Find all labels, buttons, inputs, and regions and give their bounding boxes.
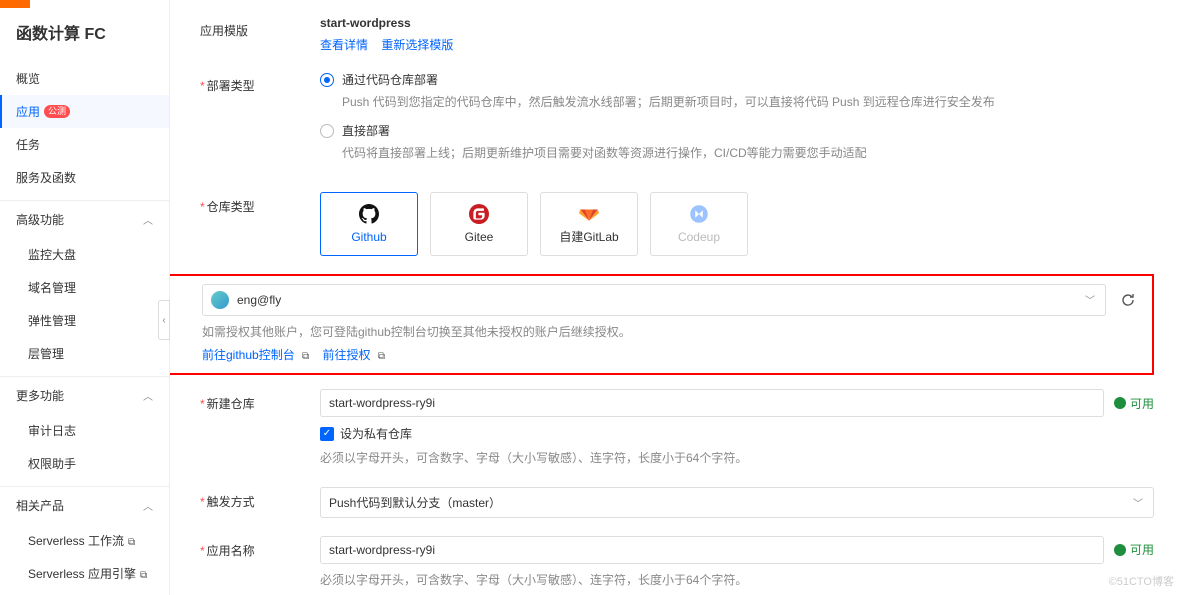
external-link-icon: ⧉ [128, 537, 135, 548]
sidebar-item-label: 域名管理 [28, 279, 76, 296]
hint-repo-user: 如需授权其他账户，您可登陆github控制台切换至其他未授权的账户后继续授权。 [202, 322, 1142, 342]
chevron-up-icon: ︿ [143, 212, 153, 227]
external-link-icon: ⧉ [140, 570, 147, 581]
chevron-up-icon: ︿ [143, 388, 153, 403]
status-ok-badge: 可用 [1114, 395, 1154, 412]
sidebar-item-label: Serverless 工作流 [28, 534, 124, 548]
radio-deploy-direct[interactable]: 直接部署 [320, 122, 1154, 139]
sidebar-item-label: 权限助手 [28, 455, 76, 472]
link-reselect-template[interactable]: 重新选择模版 [381, 38, 453, 52]
sidebar-item-perm[interactable]: 权限助手 [0, 447, 169, 480]
sidebar-item-service[interactable]: 服务及函数 [0, 161, 169, 194]
sidebar-item-label: 应用 [16, 103, 40, 120]
sidebar-item-domain[interactable]: 域名管理 [0, 271, 169, 304]
sidebar-section-advanced[interactable]: 高级功能 ︿ [0, 200, 169, 238]
label-repo-user: *仓库用户/组织 [170, 284, 202, 363]
link-github-console[interactable]: 前往github控制台 ⧉ [202, 348, 309, 362]
sidebar-item-app[interactable]: 应用 公测 [0, 95, 169, 128]
chevron-down-icon: ﹀ [1085, 292, 1095, 307]
label-app-name: *应用名称 [200, 536, 320, 559]
repo-card-gitee[interactable]: Gitee [430, 192, 528, 256]
refresh-button[interactable] [1114, 286, 1142, 314]
repo-card-label: Github [351, 230, 386, 244]
sidebar-item-overview[interactable]: 概览 [0, 62, 169, 95]
select-repo-user[interactable]: eng@fly ﹀ [202, 284, 1106, 316]
sidebar-section-more[interactable]: 更多功能 ︿ [0, 376, 169, 414]
radio-icon [320, 124, 334, 138]
codeup-icon [689, 204, 709, 224]
sidebar-item-audit[interactable]: 审计日志 [0, 414, 169, 447]
github-icon [359, 204, 379, 224]
gitee-icon [469, 204, 489, 224]
sidebar-item-monitor[interactable]: 监控大盘 [0, 238, 169, 271]
select-value: eng@fly [237, 293, 281, 307]
radio-label: 直接部署 [342, 122, 390, 139]
gitlab-icon [579, 202, 599, 222]
sidebar: 函数计算 FC 概览 应用 公测 任务 服务及函数 高级功能 ︿ 监控大盘 域名… [0, 0, 170, 595]
sidebar-item-task[interactable]: 任务 [0, 128, 169, 161]
select-trigger[interactable]: Push代码到默认分支（master） ﹀ [320, 487, 1154, 518]
sidebar-item-label: 弹性管理 [28, 312, 76, 329]
checkbox-icon: ✓ [320, 427, 334, 441]
highlight-box: *仓库用户/组织 eng@fly ﹀ 如需授权其他账户，您可登陆github控 [170, 274, 1154, 375]
sidebar-item-label: 审计日志 [28, 422, 76, 439]
chevron-down-icon: ﹀ [1133, 495, 1143, 510]
sidebar-item-label: Serverless 应用引擎 [28, 567, 136, 581]
sidebar-item-eventbridge[interactable]: 事件总线 EventBridge⧉ [0, 590, 169, 595]
beta-badge: 公测 [44, 105, 70, 118]
checkbox-private-repo[interactable]: ✓ 设为私有仓库 [320, 425, 1154, 442]
repo-card-label: Gitee [465, 230, 494, 244]
sidebar-item-label: 监控大盘 [28, 246, 76, 263]
input-app-name[interactable] [320, 536, 1104, 564]
repo-card-github[interactable]: Github [320, 192, 418, 256]
external-link-icon: ⧉ [378, 351, 385, 362]
external-link-icon: ⧉ [302, 351, 309, 362]
link-view-detail[interactable]: 查看详情 [320, 38, 368, 52]
sidebar-section-label: 高级功能 [16, 211, 64, 228]
radio-deploy-repo[interactable]: 通过代码仓库部署 [320, 71, 1154, 88]
main-form: 应用模版 start-wordpress 查看详情 重新选择模版 *部署类型 通… [170, 0, 1184, 595]
repo-card-label: Codeup [678, 230, 720, 244]
hint-deploy-repo: Push 代码到您指定的代码仓库中，然后触发流水线部署；后期更新项目时，可以直接… [342, 92, 1154, 112]
repo-card-label: 自建GitLab [559, 228, 618, 245]
label-trigger: *触发方式 [200, 487, 320, 510]
label-deploy-type: *部署类型 [200, 71, 320, 94]
chevron-up-icon: ︿ [143, 498, 153, 513]
label-repo-type: *仓库类型 [200, 192, 320, 215]
sidebar-item-elastic[interactable]: 弹性管理 [0, 304, 169, 337]
link-goto-auth[interactable]: 前往授权 ⧉ [323, 348, 386, 362]
sidebar-item-workflow[interactable]: Serverless 工作流 ⧉ [0, 524, 169, 557]
label-new-repo: *新建仓库 [200, 389, 320, 412]
status-ok-badge: 可用 [1114, 541, 1154, 558]
hint-deploy-direct: 代码将直接部署上线；后期更新维护项目需要对函数等资源进行操作，CI/CD等能力需… [342, 143, 1154, 163]
sidebar-item-label: 任务 [16, 136, 40, 153]
sidebar-item-label: 概览 [16, 70, 40, 87]
sidebar-item-label: 服务及函数 [16, 169, 76, 186]
sidebar-title: 函数计算 FC [0, 20, 169, 62]
watermark: ©51CTO博客 [1109, 573, 1174, 589]
checkbox-label: 设为私有仓库 [340, 425, 412, 442]
radio-label: 通过代码仓库部署 [342, 71, 438, 88]
label-template: 应用模版 [200, 16, 320, 39]
repo-card-gitlab[interactable]: 自建GitLab [540, 192, 638, 256]
sidebar-section-related[interactable]: 相关产品 ︿ [0, 486, 169, 524]
sidebar-collapse-toggle[interactable]: ‹ [158, 300, 170, 340]
sidebar-item-sae[interactable]: Serverless 应用引擎 ⧉ [0, 557, 169, 590]
hint-app-name: 必须以字母开头，可含数字、字母（大小写敏感）、连字符，长度小于64个字符。 [320, 570, 1154, 590]
sidebar-item-layer[interactable]: 层管理 [0, 337, 169, 370]
hint-new-repo: 必须以字母开头，可含数字、字母（大小写敏感）、连字符，长度小于64个字符。 [320, 448, 1154, 468]
sidebar-item-label: 层管理 [28, 345, 64, 362]
radio-icon [320, 73, 334, 87]
repo-card-codeup[interactable]: Codeup [650, 192, 748, 256]
sidebar-section-label: 相关产品 [16, 497, 64, 514]
input-new-repo[interactable] [320, 389, 1104, 417]
template-value: start-wordpress [320, 16, 1154, 30]
sidebar-section-label: 更多功能 [16, 387, 64, 404]
select-value: Push代码到默认分支（master） [329, 494, 501, 511]
avatar [211, 291, 229, 309]
